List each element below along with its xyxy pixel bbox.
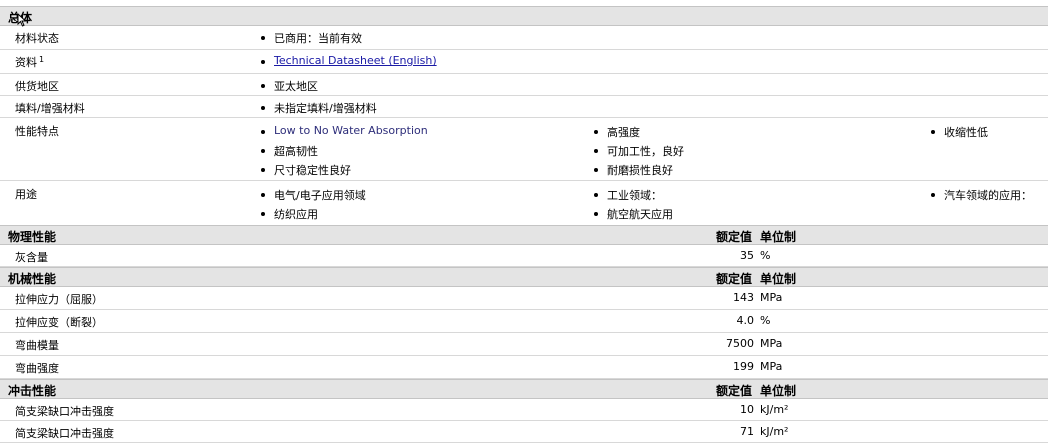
- property-unit: %: [760, 249, 771, 262]
- property-label: 拉伸应力（屈服）: [15, 293, 103, 306]
- row-supply-region: 供货地区 亚太地区: [0, 74, 1048, 96]
- property-label: 简支梁缺口冲击强度: [15, 427, 114, 440]
- use-item: 工业领域：: [592, 187, 662, 203]
- row-label: 用途: [15, 188, 37, 201]
- row-uses: 用途 电气/电子应用领域 纺织应用 工业领域： 航空航天应用 汽车领域的应用：: [0, 181, 1048, 227]
- feature-item: 高强度: [592, 124, 640, 140]
- property-label: 简支梁缺口冲击强度: [15, 405, 114, 418]
- mouse-pointer-icon: [17, 13, 27, 27]
- unit-column-header: 单位制: [760, 384, 797, 398]
- section-physical-header: 物理性能 额定值 单位制: [0, 225, 1048, 245]
- property-unit: kJ/m²: [760, 403, 789, 416]
- section-mechanical-header: 机械性能 额定值 单位制: [0, 267, 1048, 287]
- property-value: 143: [733, 291, 754, 304]
- section-title: 机械性能: [8, 272, 57, 286]
- value-column-header: 额定值: [715, 230, 752, 244]
- property-value: 7500: [726, 337, 754, 350]
- row-label: 性能特点: [15, 125, 59, 138]
- row-label: 填料/增强材料: [15, 102, 85, 115]
- technical-datasheet-link[interactable]: Technical Datasheet (English): [274, 54, 437, 67]
- unit-column-header: 单位制: [760, 272, 797, 286]
- property-label: 弯曲模量: [15, 339, 59, 352]
- row-features: 性能特点 Low to No Water Absorption 超高韧性 尺寸稳…: [0, 118, 1048, 181]
- material-status-value: 已商用：当前有效: [259, 30, 362, 46]
- property-label: 拉伸应变（断裂）: [15, 316, 103, 329]
- value-column-header: 额定值: [715, 272, 752, 286]
- section-title: 冲击性能: [8, 384, 57, 398]
- row-charpy-notched-1: 简支梁缺口冲击强度 10 kJ/m²: [0, 399, 1048, 421]
- property-value: 4.0: [736, 314, 755, 327]
- row-charpy-notched-2: 简支梁缺口冲击强度 71 kJ/m²: [0, 421, 1048, 443]
- supply-region-value: 亚太地区: [259, 78, 318, 94]
- use-item: 电气/电子应用领域: [259, 187, 366, 203]
- property-unit: %: [760, 314, 771, 327]
- section-impact-header: 冲击性能 额定值 单位制: [0, 379, 1048, 399]
- property-unit: MPa: [760, 360, 783, 373]
- row-ash-content: 灰含量 35 %: [0, 245, 1048, 267]
- property-unit: MPa: [760, 337, 783, 350]
- property-value: 35: [740, 249, 754, 262]
- feature-item: 尺寸稳定性良好: [259, 162, 351, 178]
- row-label: 材料状态: [15, 32, 59, 45]
- value-column-header: 额定值: [715, 384, 752, 398]
- property-value: 10: [740, 403, 754, 416]
- feature-item: 收缩性低: [929, 124, 988, 140]
- property-value: 71: [740, 425, 754, 438]
- row-tensile-stress: 拉伸应力（屈服） 143 MPa: [0, 287, 1048, 310]
- feature-item: 耐磨损性良好: [592, 162, 673, 178]
- documents-list-item: Technical Datasheet (English): [259, 54, 437, 67]
- filler-value: 未指定填料/增强材料: [259, 100, 377, 116]
- row-flexural-modulus: 弯曲模量 7500 MPa: [0, 333, 1048, 356]
- section-title: 物理性能: [8, 230, 57, 244]
- property-unit: kJ/m²: [760, 425, 789, 438]
- row-documents: 资料 1 Technical Datasheet (English): [0, 50, 1048, 74]
- feature-item: 可加工性，良好: [592, 143, 684, 159]
- property-value: 199: [733, 360, 754, 373]
- unit-column-header: 单位制: [760, 230, 797, 244]
- use-item: 航空航天应用: [592, 206, 673, 222]
- datasheet-page: 总体 材料状态 已商用：当前有效 资料1 Technical Datasheet…: [0, 0, 1048, 443]
- row-material-status: 材料状态 已商用：当前有效: [0, 26, 1048, 50]
- use-item: 纺织应用: [259, 206, 318, 222]
- row-label: 资料 1: [15, 55, 45, 69]
- property-label: 弯曲强度: [15, 362, 59, 375]
- property-label: 灰含量: [15, 251, 48, 264]
- property-unit: MPa: [760, 291, 783, 304]
- row-tensile-strain: 拉伸应变（断裂） 4.0 %: [0, 310, 1048, 333]
- row-label: 供货地区: [15, 80, 59, 93]
- use-item: 汽车领域的应用：: [929, 187, 1032, 203]
- feature-item: Low to No Water Absorption: [259, 124, 428, 137]
- row-filler: 填料/增强材料 未指定填料/增强材料: [0, 96, 1048, 118]
- row-flexural-strength: 弯曲强度 199 MPa: [0, 356, 1048, 379]
- feature-item: 超高韧性: [259, 143, 318, 159]
- section-general-header: 总体: [0, 6, 1048, 27]
